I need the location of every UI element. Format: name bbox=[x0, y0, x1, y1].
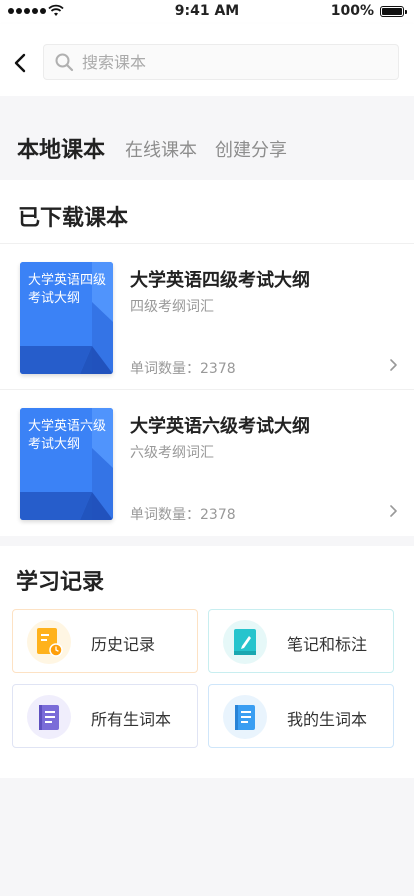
book-cover: 大学英语四级考试大纲 bbox=[20, 262, 113, 374]
tab-create-share[interactable]: 创建分享 bbox=[215, 136, 287, 162]
battery-icon bbox=[380, 6, 407, 17]
book-cover: 大学英语六级考试大纲 bbox=[20, 408, 113, 520]
tab-bar: 本地课本 在线课本 创建分享 bbox=[0, 96, 414, 180]
card-label: 所有生词本 bbox=[91, 710, 172, 729]
book-subtitle: 六级考纲词汇 bbox=[130, 445, 214, 461]
notes-icon bbox=[234, 629, 256, 655]
chevron-left-icon bbox=[14, 53, 26, 73]
book-word-count: 单词数量：2378 bbox=[130, 361, 236, 377]
card-label: 笔记和标注 bbox=[287, 635, 368, 654]
book-cover-title: 大学英语四级考试大纲 bbox=[28, 273, 107, 306]
book-word-count: 单词数量：2378 bbox=[130, 507, 236, 523]
status-bar: 9:41 AM 100% bbox=[0, 0, 414, 24]
my-wordbook-card[interactable]: 我的生词本 bbox=[208, 684, 394, 748]
downloaded-section: 已下载课本 大学英语四级考试大纲 大学英语四级考试大纲 四级考纲词汇 单词数量：… bbox=[0, 180, 414, 536]
tab-local-textbooks[interactable]: 本地课本 bbox=[17, 132, 106, 164]
book-row[interactable]: 大学英语六级考试大纲 大学英语六级考试大纲 六级考纲词汇 单词数量：2378 bbox=[0, 389, 414, 536]
records-section: 学习记录 历史记录 笔记和标注 所有生词本 我的生词本 bbox=[0, 546, 414, 778]
book-subtitle: 四级考纲词汇 bbox=[130, 299, 214, 315]
card-label: 我的生词本 bbox=[287, 710, 368, 729]
chevron-right-icon bbox=[390, 359, 397, 371]
card-label: 历史记录 bbox=[91, 635, 156, 654]
book-cover-title: 大学英语六级考试大纲 bbox=[28, 419, 107, 452]
chevron-right-icon bbox=[390, 505, 397, 517]
search-input[interactable] bbox=[80, 51, 364, 73]
wordbook-icon bbox=[39, 705, 59, 730]
book-title: 大学英语六级考试大纲 bbox=[130, 416, 310, 437]
book-row[interactable]: 大学英语四级考试大纲 大学英语四级考试大纲 四级考纲词汇 单词数量：2378 bbox=[0, 243, 414, 390]
tab-label: 创建分享 bbox=[215, 140, 287, 161]
top-bar bbox=[0, 24, 414, 96]
back-button[interactable] bbox=[8, 48, 32, 78]
book-title: 大学英语四级考试大纲 bbox=[130, 270, 310, 291]
tab-label: 本地课本 bbox=[17, 138, 106, 163]
section-title-downloaded: 已下载课本 bbox=[18, 206, 129, 231]
tab-online-textbooks[interactable]: 在线课本 bbox=[125, 136, 197, 162]
battery-percent: 100% bbox=[330, 3, 374, 19]
tab-label: 在线课本 bbox=[125, 140, 197, 161]
my-wordbook-icon bbox=[235, 705, 255, 730]
notes-card[interactable]: 笔记和标注 bbox=[208, 609, 394, 673]
history-card[interactable]: 历史记录 bbox=[12, 609, 198, 673]
section-title-records: 学习记录 bbox=[16, 570, 105, 595]
search-icon bbox=[55, 53, 74, 72]
all-wordbook-card[interactable]: 所有生词本 bbox=[12, 684, 198, 748]
search-box[interactable] bbox=[43, 44, 399, 80]
history-icon bbox=[37, 628, 63, 657]
